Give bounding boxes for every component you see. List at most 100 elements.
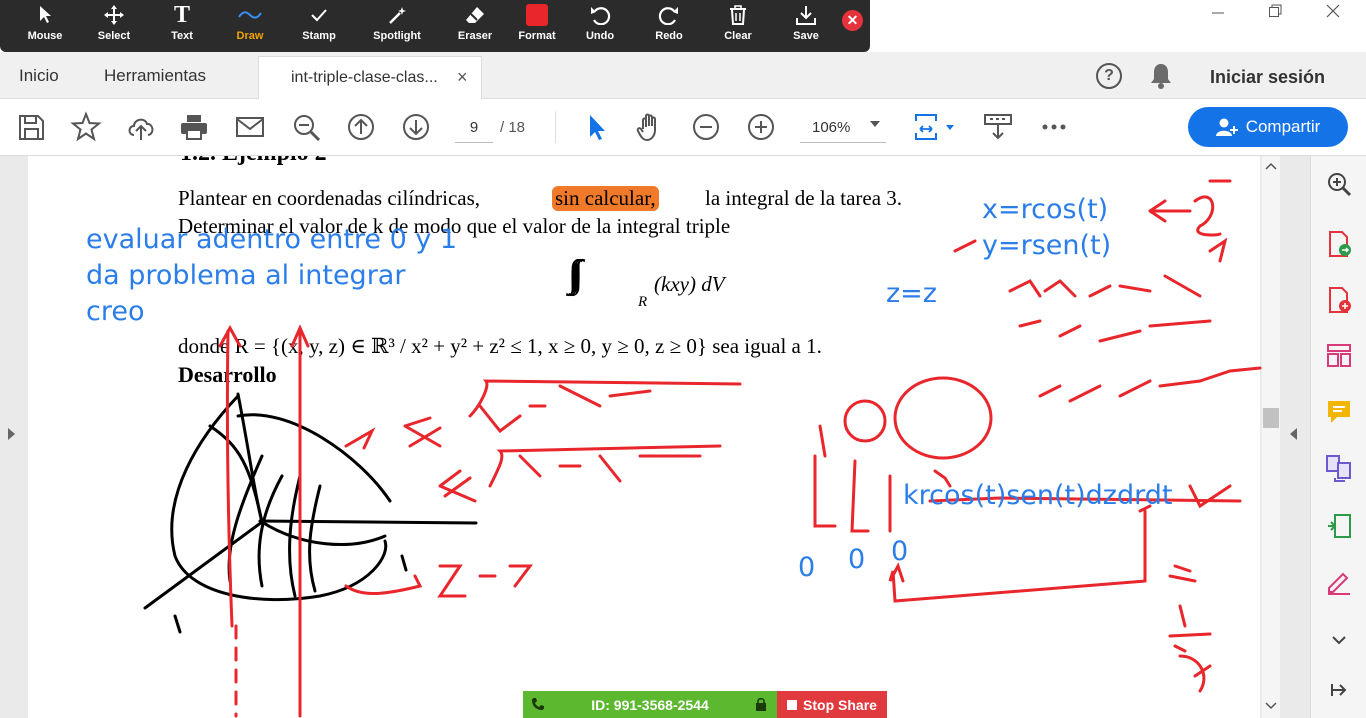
main-toolbar: 9 / 18 106% Compartir bbox=[0, 99, 1366, 156]
vertical-scrollbar[interactable] bbox=[1262, 156, 1280, 718]
annotation-toolbar: Mouse Select T Text Draw Stamp Spotlight… bbox=[0, 0, 870, 52]
format-tool[interactable]: Format bbox=[517, 0, 557, 52]
tab-home[interactable]: Inicio bbox=[19, 66, 59, 86]
fit-page-icon[interactable] bbox=[912, 111, 954, 143]
scrollbar-thumb[interactable] bbox=[1263, 408, 1279, 428]
redo-icon bbox=[649, 0, 689, 30]
chevron-down-icon[interactable] bbox=[870, 121, 880, 127]
email-icon[interactable] bbox=[234, 111, 266, 143]
draw-tool-label: Draw bbox=[236, 30, 264, 42]
comment-icon[interactable] bbox=[1325, 398, 1353, 426]
spotlight-tool-label: Spotlight bbox=[373, 30, 421, 42]
phone-icon bbox=[532, 698, 544, 710]
organize-pages-icon[interactable] bbox=[1325, 342, 1353, 370]
scroll-down-icon[interactable] bbox=[1262, 700, 1280, 712]
screen-share-bar: ID: 991-3568-2544 Stop Share bbox=[523, 691, 887, 718]
trash-icon bbox=[718, 0, 758, 30]
spotlight-wand-icon bbox=[377, 0, 417, 30]
stop-share-label: Stop Share bbox=[803, 696, 877, 713]
annotation-note-2: da problema al integrar bbox=[86, 260, 406, 291]
redo-tool-label: Redo bbox=[655, 30, 683, 42]
share-button-label: Compartir bbox=[1245, 117, 1321, 136]
page-number-input[interactable]: 9 bbox=[455, 113, 493, 143]
combine-files-icon[interactable] bbox=[1325, 454, 1353, 482]
undo-icon bbox=[580, 0, 620, 30]
collapse-panel-icon[interactable] bbox=[1325, 676, 1353, 704]
color-swatch-icon bbox=[517, 0, 557, 30]
stamp-tool[interactable]: Stamp bbox=[299, 0, 339, 52]
help-icon[interactable]: ? bbox=[1096, 63, 1122, 89]
stop-square-icon bbox=[787, 699, 798, 710]
stop-share-button[interactable]: Stop Share bbox=[777, 691, 887, 718]
clear-tool-label: Clear bbox=[724, 30, 752, 42]
create-pdf-icon[interactable] bbox=[1325, 286, 1353, 314]
close-window-button[interactable] bbox=[1318, 4, 1348, 24]
more-options-icon[interactable] bbox=[1038, 111, 1070, 143]
zoom-in-icon[interactable] bbox=[745, 111, 777, 143]
mouse-tool[interactable]: Mouse bbox=[25, 0, 65, 52]
document-viewport[interactable]: 1.2. Ejemplo 2 Plantear en coordenadas c… bbox=[0, 156, 1310, 718]
text-tool[interactable]: T Text bbox=[162, 0, 202, 52]
previous-page-icon[interactable] bbox=[345, 111, 377, 143]
redo-tool[interactable]: Redo bbox=[649, 0, 689, 52]
fill-sign-icon[interactable] bbox=[1325, 568, 1353, 596]
zoom-level-select[interactable]: 106% bbox=[800, 113, 886, 143]
save-icon[interactable] bbox=[15, 111, 47, 143]
annotation-z-substitution: z=z bbox=[886, 278, 937, 309]
annotation-note-1: evaluar adentro entre 0 y 1 bbox=[86, 224, 458, 255]
move-arrows-icon bbox=[94, 0, 134, 30]
search-zoom-icon[interactable] bbox=[290, 111, 322, 143]
undo-tool[interactable]: Undo bbox=[580, 0, 620, 52]
eraser-tool[interactable]: Eraser bbox=[455, 0, 495, 52]
eraser-icon bbox=[455, 0, 495, 30]
annotation-y-substitution: y=rsen(t) bbox=[982, 230, 1112, 261]
close-annotation-button[interactable]: ✕ bbox=[842, 10, 863, 31]
document-tab-label: int-triple-clase-clas... bbox=[291, 69, 438, 86]
tab-tools[interactable]: Herramientas bbox=[104, 66, 206, 86]
annotation-note-3: creo bbox=[86, 296, 145, 327]
tab-document[interactable]: int-triple-clase-clas... × bbox=[258, 56, 482, 100]
print-icon[interactable] bbox=[178, 111, 210, 143]
hand-pan-icon[interactable] bbox=[634, 111, 666, 143]
tab-bar: Inicio Herramientas int-triple-clase-cla… bbox=[0, 52, 1366, 100]
save-tool-label: Save bbox=[793, 30, 819, 42]
bookmark-star-icon[interactable] bbox=[70, 111, 102, 143]
undo-tool-label: Undo bbox=[585, 30, 615, 42]
save-tool[interactable]: Save bbox=[786, 0, 826, 52]
meeting-id-badge[interactable]: ID: 991-3568-2544 bbox=[523, 691, 777, 718]
spotlight-tool[interactable]: Spotlight bbox=[371, 0, 423, 52]
share-button[interactable]: Compartir bbox=[1188, 107, 1348, 147]
collapse-right-panel-icon[interactable] bbox=[1290, 428, 1297, 440]
select-cursor-icon[interactable] bbox=[580, 111, 612, 143]
checkmark-icon bbox=[299, 0, 339, 30]
annotation-lower-limit-3: 0 bbox=[891, 536, 909, 567]
minimize-button[interactable] bbox=[1203, 4, 1233, 24]
zoom-out-icon[interactable] bbox=[690, 111, 722, 143]
format-tool-label: Format bbox=[518, 30, 556, 42]
add-user-icon bbox=[1215, 118, 1238, 136]
more-tools-chevron-icon[interactable] bbox=[1325, 626, 1353, 654]
export-pdf-icon[interactable] bbox=[1325, 230, 1353, 258]
scroll-up-icon[interactable] bbox=[1262, 160, 1280, 172]
cloud-upload-icon[interactable] bbox=[125, 111, 157, 143]
save-download-icon bbox=[786, 0, 826, 30]
maximize-button[interactable] bbox=[1260, 4, 1290, 24]
zoom-search-icon[interactable] bbox=[1325, 170, 1353, 198]
mouse-pointer-icon bbox=[25, 0, 65, 30]
sign-in-link[interactable]: Iniciar sesión bbox=[1210, 67, 1325, 88]
select-tool[interactable]: Select bbox=[94, 0, 134, 52]
compress-pdf-icon[interactable] bbox=[1325, 512, 1353, 540]
text-tool-label: Text bbox=[171, 30, 193, 42]
rotate-tool-icon[interactable] bbox=[982, 111, 1014, 143]
next-page-icon[interactable] bbox=[400, 111, 432, 143]
close-tab-icon[interactable]: × bbox=[457, 67, 468, 88]
annotation-lower-limit-2: 0 bbox=[848, 544, 866, 575]
notification-bell-icon[interactable] bbox=[1148, 62, 1174, 90]
page-total: / 18 bbox=[500, 119, 526, 136]
draw-tool[interactable]: Draw bbox=[230, 0, 270, 52]
draw-wave-icon bbox=[230, 0, 270, 30]
toolbar-divider bbox=[555, 111, 556, 143]
mouse-tool-label: Mouse bbox=[27, 30, 63, 42]
clear-tool[interactable]: Clear bbox=[718, 0, 758, 52]
text-icon: T bbox=[173, 1, 190, 28]
